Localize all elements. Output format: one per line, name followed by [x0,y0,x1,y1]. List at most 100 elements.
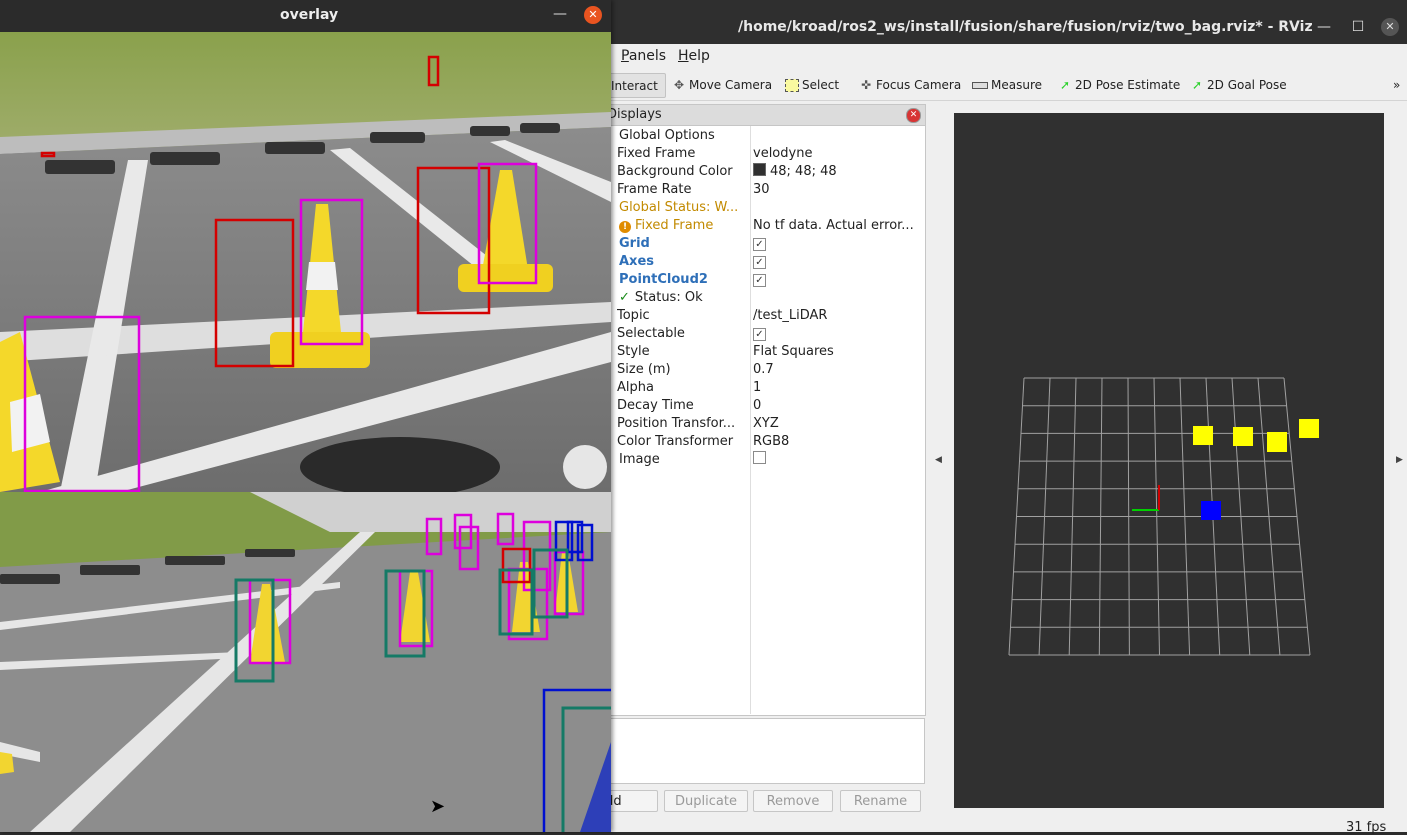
property-row-color-transformer[interactable]: Color Transformer RGB8 [561,433,925,451]
display-item-grid[interactable]: Grid ✓ [561,235,925,253]
camera-image-top [0,32,611,492]
property-row-decay-time[interactable]: Decay Time 0 [561,397,925,415]
property-row-fixed-frame-status[interactable]: ! Fixed Frame No tf data. Actual error... [561,217,925,235]
measure-tool-button[interactable]: Measure [972,75,1042,95]
interact-tool-label: Interact [611,78,658,93]
display-name: PointCloud2 [619,272,708,287]
display-name: Axes [619,254,655,269]
checkbox[interactable]: ✓ [753,328,766,341]
enabled-checkbox[interactable]: ✓ [753,253,923,271]
property-row-global-options[interactable]: Global Options [561,127,925,145]
checkbox[interactable]: ✓ [753,274,766,287]
minimize-icon[interactable]: — [553,6,567,22]
warning-icon: ! [619,221,631,233]
pose-estimate-tool-button[interactable]: ➚ 2D Pose Estimate [1058,75,1180,95]
property-value[interactable]: 0 [753,397,923,415]
toolbar-overflow-button[interactable]: » [1393,75,1400,95]
camera-image-bottom [0,492,611,832]
duplicate-button[interactable]: Duplicate [664,790,748,812]
property-row-topic[interactable]: Topic /test_LiDAR [561,307,925,325]
property-row-fixed-frame[interactable]: Fixed Frame velodyne [561,145,925,163]
checkbox[interactable]: ✓ [753,256,766,269]
render-canvas[interactable] [954,113,1384,808]
overlay-window[interactable]: overlay — ✕ ➤ [0,0,611,832]
property-row-style[interactable]: Style Flat Squares [561,343,925,361]
property-key: Frame Rate [617,182,692,197]
checkbox[interactable]: ✓ [753,238,766,251]
rename-button[interactable]: Rename [840,790,921,812]
move-camera-tool-button[interactable]: ✥ Move Camera [672,75,772,95]
property-value[interactable]: /test_LiDAR [753,307,923,325]
collapse-right-icon[interactable]: ▶ [1396,455,1403,465]
property-description-box [560,718,925,784]
menu-panels[interactable]: Panels [621,48,666,64]
property-key: Size (m) [617,362,671,377]
focus-camera-label: Focus Camera [876,78,962,92]
remove-button[interactable]: Remove [753,790,833,812]
property-key: Topic [617,308,650,323]
displays-panel: Displays ✕ Global Options Fixed Frame ve… [560,104,926,716]
enabled-checkbox[interactable]: ✓ [753,271,923,289]
property-row-status-ok[interactable]: ✓ Status: Ok [561,289,925,307]
display-item-image[interactable]: Image [561,451,925,469]
property-value[interactable]: 1 [753,379,923,397]
property-value[interactable]: 30 [753,181,923,199]
property-key: Selectable [617,326,685,341]
background-color-value: 48; 48; 48 [770,164,837,179]
focus-camera-tool-button[interactable]: ✜ Focus Camera [859,75,961,95]
pose-estimate-label: 2D Pose Estimate [1075,78,1181,92]
property-value: No tf data. Actual error... [753,218,914,233]
green-arrow-icon: ➚ [1059,78,1071,92]
display-name: Grid [619,236,650,251]
display-item-pointcloud2[interactable]: PointCloud2 ✓ [561,271,925,289]
overlay-titlebar: overlay — ✕ [0,0,611,32]
select-tool-button[interactable]: Select [785,75,839,95]
property-row-background-color[interactable]: Background Color 48; 48; 48 [561,163,925,181]
point [1299,419,1319,438]
close-icon[interactable]: ✕ [1381,18,1399,36]
property-row-frame-rate[interactable]: Frame Rate 30 [561,181,925,199]
mouse-cursor-icon: ➤ [430,796,446,817]
property-value[interactable]: velodyne [753,145,923,163]
property-value[interactable]: Flat Squares [753,343,923,361]
property-key: Global Status: W... [619,200,739,215]
minimize-icon[interactable]: — [1315,18,1333,36]
ruler-icon [972,81,988,89]
property-row-alpha[interactable]: Alpha 1 [561,379,925,397]
fps-counter: 31 fps [1346,820,1387,835]
property-value[interactable]: RGB8 [753,433,923,451]
property-row-global-status[interactable]: Global Status: W... [561,199,925,217]
3d-render-view[interactable] [954,113,1384,808]
focus-camera-icon: ✜ [860,78,872,92]
property-key: ✓ Status: Ok [619,289,753,307]
property-row-position-transformer[interactable]: Position Transfor... XYZ [561,415,925,433]
property-value[interactable]: 48; 48; 48 [753,163,923,181]
property-key: Style [617,344,650,359]
property-row-selectable[interactable]: Selectable ✓ [561,325,925,343]
close-icon[interactable]: ✕ [906,108,921,123]
property-value[interactable]: XYZ [753,415,923,433]
select-label: Select [802,78,840,92]
move-camera-label: Move Camera [689,78,773,92]
collapse-left-icon[interactable]: ◀ [935,455,942,465]
goal-pose-label: 2D Goal Pose [1207,78,1287,92]
property-key: Alpha [617,380,654,395]
maximize-icon[interactable]: ☐ [1349,18,1367,36]
display-item-axes[interactable]: Axes ✓ [561,253,925,271]
property-key: Position Transfor... [617,416,736,431]
property-key: Global Options [619,128,715,143]
property-key: Decay Time [617,398,694,413]
property-row-size[interactable]: Size (m) 0.7 [561,361,925,379]
color-swatch [753,163,766,176]
menu-help[interactable]: Help [678,48,710,64]
property-key: Background Color [617,164,733,179]
select-icon [785,78,799,92]
property-value[interactable]: 0.7 [753,361,923,379]
goal-pose-tool-button[interactable]: ➚ 2D Goal Pose [1190,75,1287,95]
property-value[interactable]: ✓ [753,325,923,343]
enabled-checkbox[interactable] [753,451,923,470]
close-icon[interactable]: ✕ [584,6,602,24]
checkbox[interactable] [753,451,766,464]
enabled-checkbox[interactable]: ✓ [753,235,923,253]
displays-panel-title: Displays [607,107,662,122]
